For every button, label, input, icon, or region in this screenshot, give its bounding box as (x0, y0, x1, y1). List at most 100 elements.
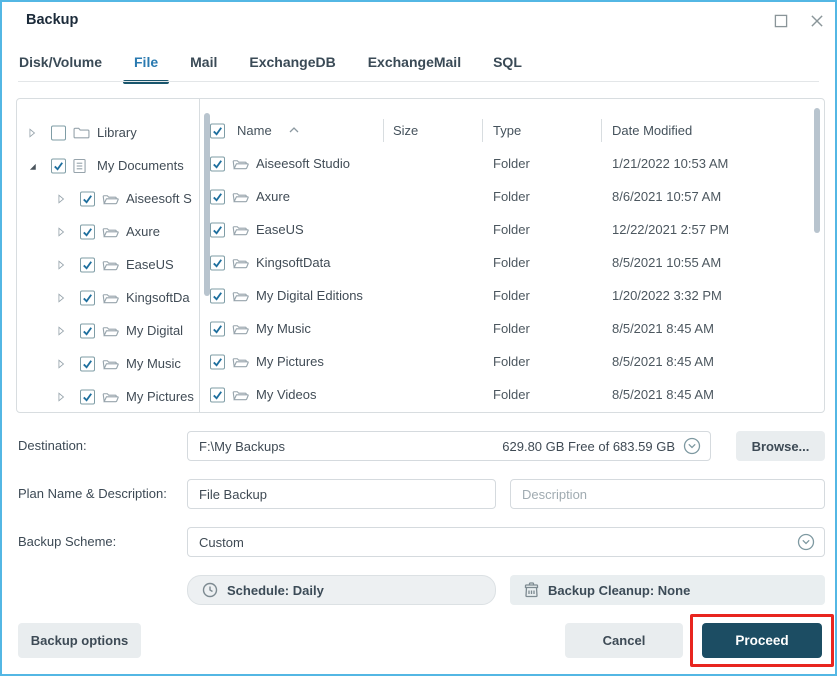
tree-item-label: My Digital (126, 314, 183, 347)
tree-item[interactable]: Library (17, 116, 199, 149)
collapse-arrow-icon[interactable] (27, 161, 37, 171)
list-vertical-scrollbar[interactable] (814, 108, 820, 233)
folder-open-icon (232, 157, 249, 170)
tree-item[interactable]: EaseUS (17, 248, 199, 281)
file-row[interactable]: My Digital EditionsFolder1/20/2022 3:32 … (201, 279, 824, 312)
tab-mail[interactable]: Mail (190, 54, 217, 84)
plan-name-label: Plan Name & Description: (18, 479, 167, 509)
backup-scheme-value: Custom (199, 535, 244, 550)
column-divider[interactable] (383, 119, 384, 142)
tab-exchangemail[interactable]: ExchangeMail (368, 54, 461, 84)
expand-arrow-icon[interactable] (56, 359, 66, 369)
file-row-checkbox[interactable] (210, 288, 225, 303)
file-row[interactable]: AxureFolder8/6/2021 10:57 AM (201, 180, 824, 213)
chevron-down-circle-icon[interactable] (797, 533, 815, 551)
file-type: Folder (493, 147, 530, 180)
file-row-checkbox[interactable] (210, 222, 225, 237)
expand-arrow-icon[interactable] (27, 128, 37, 138)
file-row[interactable]: KingsoftDataFolder8/5/2021 10:55 AM (201, 246, 824, 279)
maximize-icon[interactable] (772, 12, 790, 30)
schedule-button[interactable]: Schedule: Daily (187, 575, 496, 605)
tree-item[interactable]: Axure (17, 215, 199, 248)
expand-arrow-icon[interactable] (56, 194, 66, 204)
expand-arrow-icon[interactable] (56, 227, 66, 237)
file-list: Name Size Type Date Modified Aiseesoft S… (201, 99, 824, 412)
tree-item-checkbox[interactable] (80, 323, 95, 338)
tree-item-checkbox[interactable] (51, 125, 66, 140)
tree-item[interactable]: My Documents (17, 149, 199, 182)
file-row-checkbox[interactable] (210, 387, 225, 402)
folder-open-icon (232, 223, 249, 236)
file-list-header: Name Size Type Date Modified (201, 114, 824, 147)
tab-divider (18, 81, 819, 82)
column-header-type[interactable]: Type (493, 114, 521, 147)
file-name: My Videos (256, 378, 316, 411)
tree-item[interactable]: My Digital (17, 314, 199, 347)
tree-item[interactable]: My Music (17, 347, 199, 380)
folder-open-icon (232, 388, 249, 401)
folder-open-icon (102, 291, 119, 304)
file-date-modified: 8/5/2021 8:45 AM (612, 378, 714, 411)
expand-arrow-icon[interactable] (56, 293, 66, 303)
tree-item-checkbox[interactable] (80, 224, 95, 239)
tree-item-label: Aiseesoft S (126, 182, 192, 215)
backup-dialog: Backup Disk/VolumeFileMailExchangeDBExch… (0, 0, 837, 676)
file-row-checkbox[interactable] (210, 189, 225, 204)
file-row[interactable]: My MusicFolder8/5/2021 8:45 AM (201, 312, 824, 345)
expand-arrow-icon[interactable] (56, 260, 66, 270)
tree-item-checkbox[interactable] (80, 389, 95, 404)
file-row[interactable]: Aiseesoft StudioFolder1/21/2022 10:53 AM (201, 147, 824, 180)
close-icon[interactable] (808, 12, 826, 30)
cancel-button[interactable]: Cancel (565, 623, 683, 658)
file-row-checkbox[interactable] (210, 255, 225, 270)
file-name: Aiseesoft Studio (256, 147, 350, 180)
tree-item-checkbox[interactable] (51, 158, 66, 173)
file-row-checkbox[interactable] (210, 354, 225, 369)
tab-file[interactable]: File (134, 54, 158, 84)
tab-disk-volume[interactable]: Disk/Volume (19, 54, 102, 84)
tree-item[interactable]: Aiseesoft S (17, 182, 199, 215)
file-date-modified: 8/6/2021 10:57 AM (612, 180, 721, 213)
column-divider[interactable] (601, 119, 602, 142)
file-date-modified: 1/20/2022 3:32 PM (612, 279, 722, 312)
file-name: My Digital Editions (256, 279, 363, 312)
backup-options-button[interactable]: Backup options (18, 623, 141, 658)
destination-field[interactable]: F:\My Backups 629.80 GB Free of 683.59 G… (187, 431, 711, 461)
folder-open-icon (102, 357, 119, 370)
expand-arrow-icon[interactable] (56, 326, 66, 336)
tree-item[interactable]: KingsoftDa (17, 281, 199, 314)
expand-arrow-icon[interactable] (56, 392, 66, 402)
file-name: My Pictures (256, 345, 324, 378)
folder-open-icon (232, 322, 249, 335)
backup-scheme-select[interactable]: Custom (187, 527, 825, 557)
column-header-name[interactable]: Name (237, 114, 272, 147)
description-input[interactable] (510, 479, 825, 509)
column-header-date-modified[interactable]: Date Modified (612, 114, 692, 147)
chevron-down-circle-icon[interactable] (683, 437, 701, 455)
file-row[interactable]: My VideosFolder8/5/2021 8:45 AM (201, 378, 824, 411)
tab-exchangedb[interactable]: ExchangeDB (249, 54, 335, 84)
file-date-modified: 8/5/2021 10:55 AM (612, 246, 721, 279)
column-header-size[interactable]: Size (393, 114, 418, 147)
folder-open-icon (232, 355, 249, 368)
tree-item-checkbox[interactable] (80, 356, 95, 371)
file-row-checkbox[interactable] (210, 156, 225, 171)
tree-item-checkbox[interactable] (80, 191, 95, 206)
file-date-modified: 8/5/2021 8:45 AM (612, 345, 714, 378)
file-row[interactable]: EaseUSFolder12/22/2021 2:57 PM (201, 213, 824, 246)
tree-item[interactable]: My Pictures (17, 380, 199, 412)
file-row-checkbox[interactable] (210, 321, 225, 336)
column-divider[interactable] (482, 119, 483, 142)
file-row[interactable]: My PicturesFolder8/5/2021 8:45 AM (201, 345, 824, 378)
browse-button[interactable]: Browse... (736, 431, 825, 461)
tree-item-checkbox[interactable] (80, 257, 95, 272)
tree-item-label: My Pictures (126, 380, 194, 412)
proceed-button[interactable]: Proceed (702, 623, 822, 658)
select-all-checkbox[interactable] (210, 123, 225, 138)
trash-icon (524, 582, 539, 598)
tab-sql[interactable]: SQL (493, 54, 522, 84)
plan-name-input[interactable] (187, 479, 496, 509)
backup-cleanup-button[interactable]: Backup Cleanup: None (510, 575, 825, 605)
schedule-button-label: Schedule: Daily (227, 583, 324, 598)
tree-item-checkbox[interactable] (80, 290, 95, 305)
